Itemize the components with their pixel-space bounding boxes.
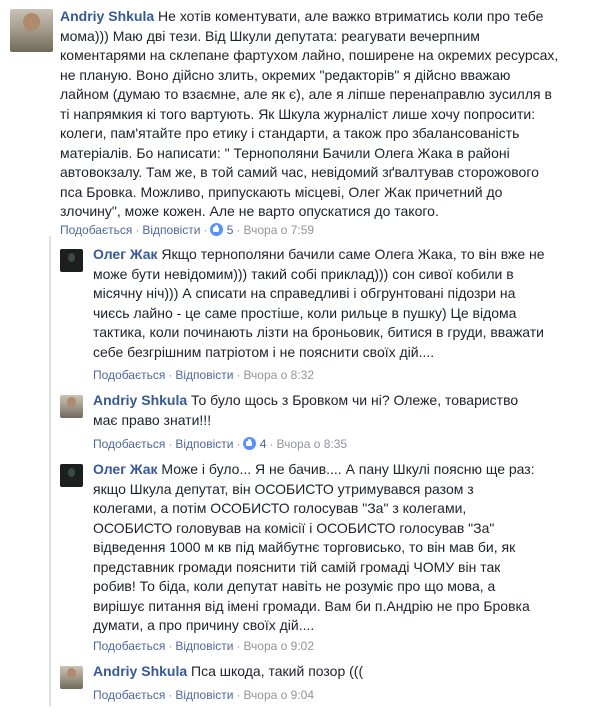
comment-author[interactable]: Andriy Shkula [93,392,187,408]
comment-time[interactable]: Вчора о 8:32 [243,368,314,382]
like-button[interactable]: Подобається [60,223,132,237]
comment-text: Не хотів коментувати, але важко втримати… [60,8,559,219]
comment-author[interactable]: Andriy Shkula [93,663,187,679]
like-button[interactable]: Подобається [93,368,165,382]
reply-button[interactable]: Відповісти [175,437,233,451]
like-button[interactable]: Подобається [93,639,165,653]
comment-time[interactable]: Вчора о 7:59 [243,223,314,237]
comment-text: Якщо тернополяни бачили саме Олега Жака,… [93,246,545,360]
comment-author[interactable]: Олег Жак [93,246,158,262]
like-button[interactable]: Подобається [93,688,165,702]
comment-time[interactable]: Вчора о 9:02 [243,639,314,653]
comment-actions: Подобається · Відповісти · Вчора о 9:04 [93,688,315,702]
comment-actions: Подобається · Відповісти · 5 · Вчора о 7:59 [60,223,315,237]
avatar[interactable] [10,9,53,52]
comment-author[interactable]: Andriy Shkula [60,8,154,24]
thumbs-up-icon [210,223,224,236]
comment-actions: Подобається · Відповісти · 4 · Вчора о 8:35 [93,437,348,451]
avatar[interactable] [60,464,83,487]
reply-button[interactable]: Відповісти [175,368,233,382]
likes-count[interactable]: 5 [210,223,233,237]
avatar[interactable] [60,249,83,272]
reply-button[interactable]: Відповісти [142,223,200,237]
comment-actions: Подобається · Відповісти · Вчора о 8:32 [93,368,315,382]
like-button[interactable]: Подобається [93,437,165,451]
comment-time[interactable]: Вчора о 8:35 [276,437,347,451]
comment-actions: Подобається · Відповісти · Вчора о 9:02 [93,639,315,653]
avatar[interactable] [60,666,83,689]
comment-text: Пса шкода, такий позор ((( [187,663,364,679]
comment-time[interactable]: Вчора о 9:04 [243,688,314,702]
reply-thread-line [49,236,51,706]
comment-author[interactable]: Олег Жак [93,461,158,477]
avatar[interactable] [60,395,83,418]
thumbs-up-icon [243,437,257,450]
reply-button[interactable]: Відповісти [175,639,233,653]
likes-count[interactable]: 4 [243,437,266,451]
comment-text: Може і було... Я не бачив.... А пану Шку… [93,461,535,633]
reply-button[interactable]: Відповісти [175,688,233,702]
